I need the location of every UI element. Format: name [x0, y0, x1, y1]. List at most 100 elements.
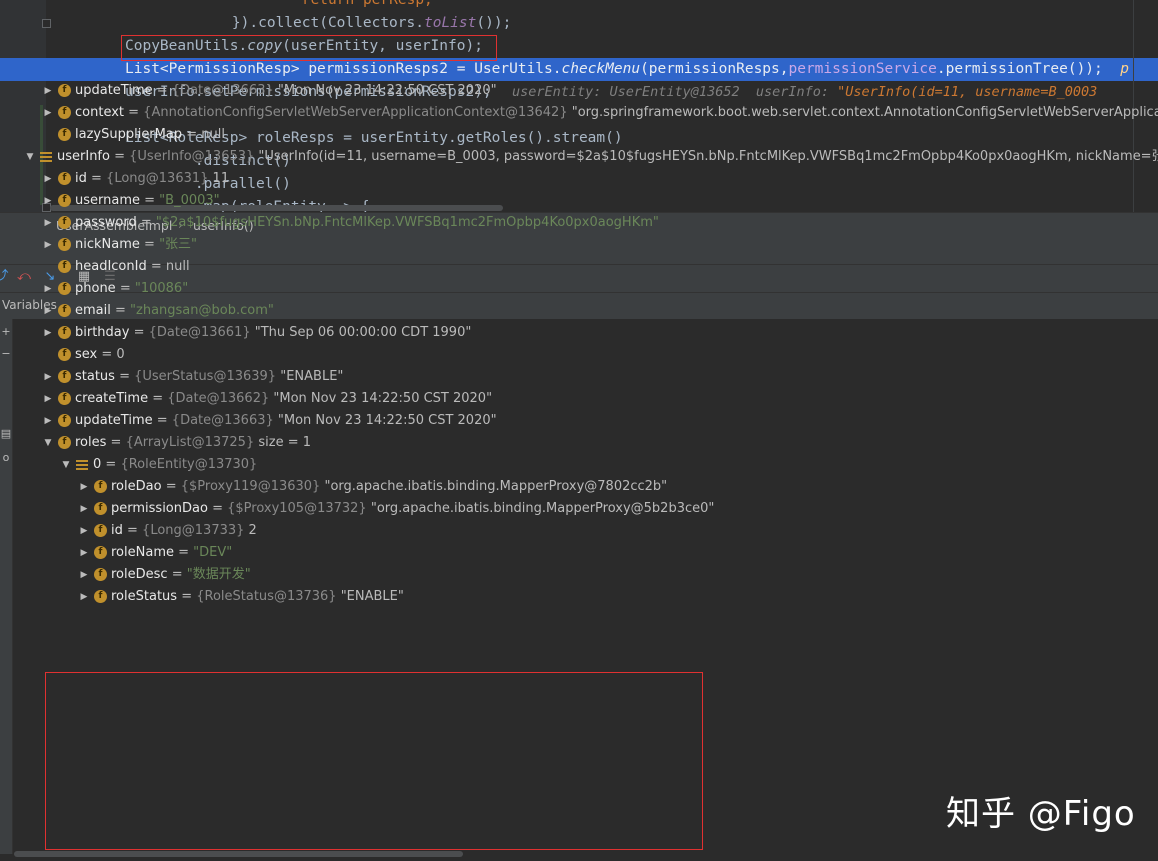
tree-row-permissionDao[interactable]: ▶ f permissionDao = {$Proxy105@13732} "org…	[13, 498, 1158, 520]
expand-arrow-icon[interactable]: ▶	[43, 388, 53, 410]
expand-arrow-icon[interactable]: ▶	[43, 102, 53, 124]
expand-arrow-icon[interactable]: ▶	[43, 190, 53, 212]
variable-type: {Date@13663}	[171, 83, 278, 98]
tree-row-roleName[interactable]: ▶ f roleName = "DEV"	[13, 542, 1158, 564]
tree-row-id[interactable]: ▶ f id = {Long@13733} 2	[13, 520, 1158, 542]
tree-row-updateTime[interactable]: ▶ f updateTime = {Date@13663} "Mon Nov 23 …	[13, 80, 1158, 102]
variable-type: {RoleStatus@13736}	[196, 589, 341, 604]
variables-tree[interactable]: ▶ f updateTime = {Date@13663} "Mon Nov 23 …	[13, 80, 1158, 616]
expand-arrow-icon[interactable]: ▶	[79, 476, 89, 498]
variable-name: updateTime	[75, 413, 153, 428]
tree-row-0[interactable]: ▼ 0 = {RoleEntity@13730}	[13, 454, 1158, 476]
field-icon: f	[58, 370, 71, 383]
variable-name: lazySupplierMap	[75, 127, 183, 142]
variable-value: size = 1	[258, 435, 311, 450]
copy-icon[interactable]: ▤	[0, 427, 12, 440]
tree-row-roleDao[interactable]: ▶ f roleDao = {$Proxy119@13630} "org.apach…	[13, 476, 1158, 498]
field-icon: f	[58, 392, 71, 405]
expand-arrow-icon[interactable]: ▶	[43, 366, 53, 388]
collapse-arrow-icon[interactable]: ▼	[25, 146, 35, 168]
expand-arrow-icon[interactable]: ▶	[43, 212, 53, 234]
tree-row-password[interactable]: ▶ f password = "$2a$10$fugsHEYSn.bNp.FntcM…	[13, 212, 1158, 234]
variable-type: {Date@13662}	[167, 391, 274, 406]
field-icon: f	[58, 106, 71, 119]
tree-row-text: roleName = "DEV"	[111, 545, 233, 560]
tree-row-updateTime[interactable]: ▶ f updateTime = {Date@13663} "Mon Nov 23 …	[13, 410, 1158, 432]
tree-row-userInfo[interactable]: ▼ userInfo = {UserInfo@13653} "UserInfo(i…	[13, 146, 1158, 168]
collapse-arrow-icon[interactable]: ▼	[61, 454, 71, 476]
variable-value: "10086"	[134, 281, 189, 296]
tree-row-nickName[interactable]: ▶ f nickName = "张三"	[13, 234, 1158, 256]
expand-arrow-icon[interactable]: ▶	[43, 234, 53, 256]
code-line[interactable]: return perResp;	[0, 0, 1158, 12]
tree-row-id[interactable]: ▶ f id = {Long@13631} 11	[13, 168, 1158, 190]
variable-value: 0	[116, 347, 125, 362]
expand-arrow-icon[interactable]: ▶	[43, 300, 53, 322]
variable-value: "UserInfo(id=11, username=B_0003, passwo…	[258, 149, 1158, 164]
variable-type: {AnnotationConfigServletWebServerApplica…	[143, 105, 572, 120]
tree-row-birthday[interactable]: ▶ f birthday = {Date@13661} "Thu Sep 06 00…	[13, 322, 1158, 344]
expand-arrow-icon[interactable]: ▶	[43, 168, 53, 190]
variable-name: context	[75, 105, 124, 120]
collapse-arrow-icon[interactable]: ▼	[43, 432, 53, 454]
variable-name: roleDao	[111, 479, 162, 494]
expand-arrow-icon[interactable]: ▶	[79, 564, 89, 586]
tree-row-text: username = "B_0003"	[75, 193, 220, 208]
expand-arrow-icon[interactable]: ▶	[79, 520, 89, 542]
tree-row-roles[interactable]: ▼ f roles = {ArrayList@13725} size = 1	[13, 432, 1158, 454]
tree-row-text: updateTime = {Date@13663} "Mon Nov 23 14…	[75, 83, 497, 98]
watermark: 知乎 @Figo	[946, 794, 1136, 834]
field-icon: f	[58, 282, 71, 295]
code-line-current[interactable]: List<PermissionResp> permissionResps2 = …	[0, 58, 1158, 81]
expand-arrow-icon[interactable]: ▶	[43, 278, 53, 300]
expand-arrow-icon[interactable]: ▶	[79, 498, 89, 520]
tree-row-text: roleDesc = "数据开发"	[111, 567, 251, 582]
tree-row-phone[interactable]: ▶ f phone = "10086"	[13, 278, 1158, 300]
remove-watch-icon[interactable]: −	[0, 347, 12, 360]
tree-row-roleStatus[interactable]: ▶ f roleStatus = {RoleStatus@13736} "ENABL…	[13, 586, 1158, 608]
variable-value: 2	[248, 523, 257, 538]
variable-type: {Long@13733}	[142, 523, 249, 538]
variable-name: permissionDao	[111, 501, 208, 516]
tree-row-sex[interactable]: f sex = 0	[13, 344, 1158, 366]
tree-row-username[interactable]: ▶ f username = "B_0003"	[13, 190, 1158, 212]
code-text: List<PermissionResp> permissionResps2 = …	[125, 61, 1129, 77]
tree-row-email[interactable]: ▶ f email = "zhangsan@bob.com"	[13, 300, 1158, 322]
variables-horizontal-scrollbar[interactable]	[14, 851, 463, 857]
variable-value: "org.springframework.boot.web.servlet.co…	[571, 105, 1158, 120]
tree-row-lazySupplierMap[interactable]: f lazySupplierMap = null	[13, 124, 1158, 146]
expand-arrow-icon[interactable]: ▶	[43, 322, 53, 344]
expand-arrow-icon[interactable]: ▶	[43, 410, 53, 432]
variable-type: {ArrayList@13725}	[125, 435, 259, 450]
variable-name: username	[75, 193, 140, 208]
field-icon: f	[94, 590, 107, 603]
variable-name: 0	[93, 457, 102, 472]
variable-type: {UserStatus@13639}	[134, 369, 281, 384]
add-watch-icon[interactable]: +	[0, 325, 12, 338]
variable-value: "zhangsan@bob.com"	[130, 303, 274, 318]
tree-row-headIconId[interactable]: f headIconId = null	[13, 256, 1158, 278]
variable-name: roleStatus	[111, 589, 178, 604]
tree-row-text: createTime = {Date@13662} "Mon Nov 23 14…	[75, 391, 493, 406]
expand-arrow-icon[interactable]: ▶	[79, 542, 89, 564]
code-line[interactable]: }).collect(Collectors.toList());	[0, 12, 1158, 35]
tree-row-text: status = {UserStatus@13639} "ENABLE"	[75, 369, 344, 384]
variable-name: headIconId	[75, 259, 147, 274]
expand-arrow-icon[interactable]: ▶	[79, 586, 89, 608]
variable-value: "$2a$10$fugsHEYSn.bNp.FntcMlKep.VWFSBq1m…	[155, 215, 659, 230]
field-icon: f	[94, 502, 107, 515]
variable-name: status	[75, 369, 115, 384]
variable-name: roleName	[111, 545, 174, 560]
tree-row-text: 0 = {RoleEntity@13730}	[93, 457, 258, 472]
tree-row-createTime[interactable]: ▶ f createTime = {Date@13662} "Mon Nov 23 …	[13, 388, 1158, 410]
field-icon: f	[94, 524, 107, 537]
step-out-icon[interactable]: ⤴	[0, 269, 10, 285]
variable-value: "张三"	[159, 237, 198, 252]
tree-row-status[interactable]: ▶ f status = {UserStatus@13639} "ENABLE"	[13, 366, 1158, 388]
tree-row-context[interactable]: ▶ f context = {AnnotationConfigServletWebS…	[13, 102, 1158, 124]
tree-row-text: userInfo = {UserInfo@13653} "UserInfo(id…	[57, 146, 1158, 168]
view-icon[interactable]: o	[0, 451, 12, 464]
variable-value: "DEV"	[193, 545, 233, 560]
tree-row-roleDesc[interactable]: ▶ f roleDesc = "数据开发"	[13, 564, 1158, 586]
expand-arrow-icon[interactable]: ▶	[43, 80, 53, 102]
